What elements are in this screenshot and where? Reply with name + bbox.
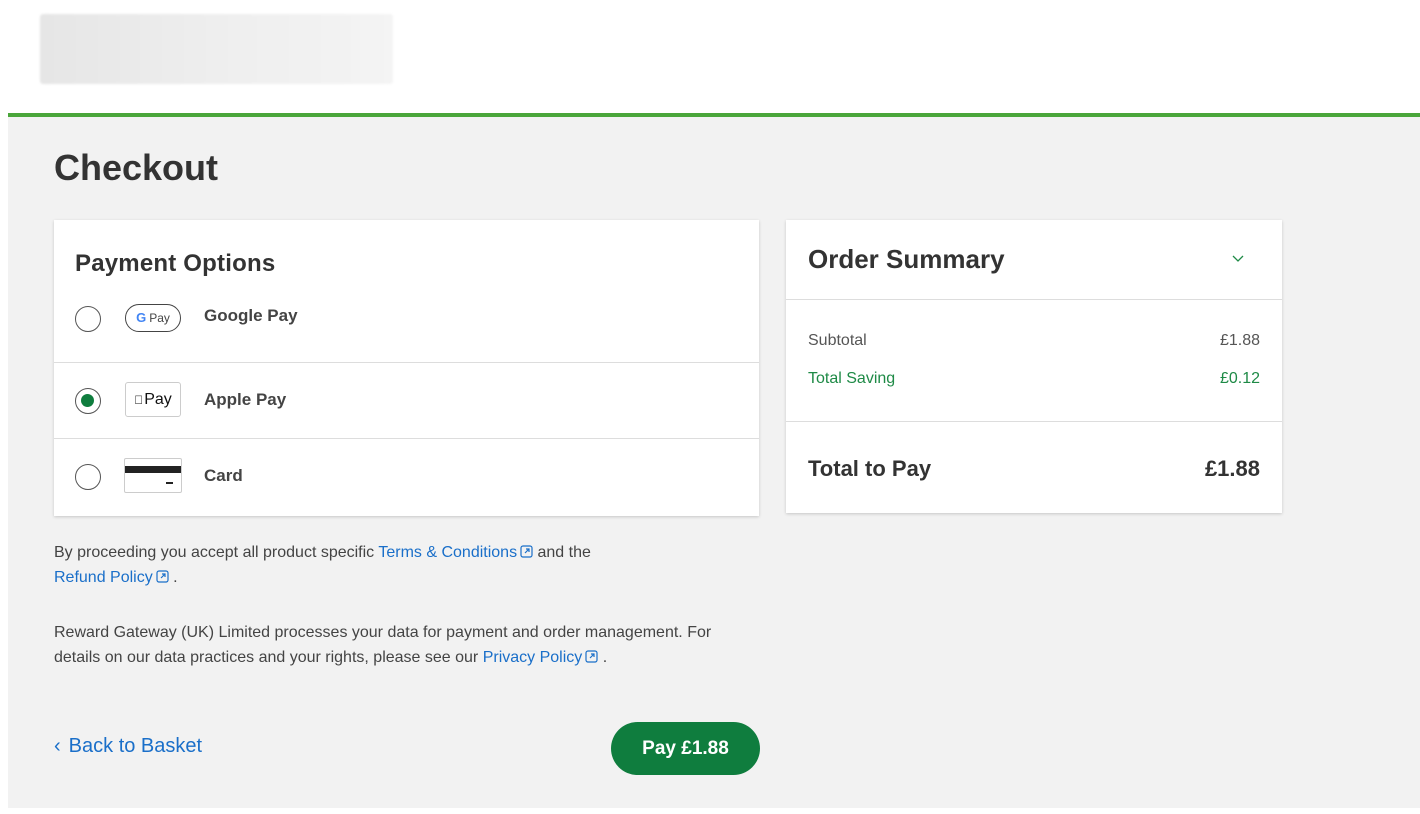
refund-policy-link[interactable]: Refund Policy — [54, 569, 169, 586]
payment-options-card: Payment Options GPay Google Pay Pay App… — [54, 220, 759, 516]
google-pay-radio[interactable] — [75, 306, 101, 332]
privacy-policy-link[interactable]: Privacy Policy — [483, 649, 599, 666]
apple-pay-radio[interactable] — [75, 388, 101, 414]
order-summary-title: Order Summary — [808, 244, 1005, 274]
google-pay-icon: G Pay — [124, 300, 182, 335]
checkout-main: Checkout Payment Options G Pay Google Pay… — [8, 113, 1420, 808]
page-title: Checkout — [54, 147, 219, 188]
chevron-left-icon: ‹ — [54, 735, 61, 757]
saving-value: £0.12 — [1219, 370, 1260, 387]
apple-pay-icon: Pay — [124, 382, 182, 417]
summary-divider — [786, 421, 1282, 422]
subtotal-label: Subtotal — [808, 332, 867, 349]
total-row: Total to Pay £1.88 — [808, 456, 1260, 482]
payment-options-title: Payment Options — [75, 250, 276, 277]
google-pay-label: Google Pay — [204, 306, 298, 325]
payment-option-card[interactable]: Card — [54, 438, 759, 514]
saving-label: Total Saving — [808, 370, 896, 387]
payment-option-google-pay[interactable]: G Pay Google Pay — [54, 286, 759, 362]
apple-pay-label: Apple Pay — [204, 390, 287, 409]
card-radio[interactable] — [75, 464, 101, 490]
terms-conditions-link[interactable]: Terms & Conditions — [378, 544, 533, 561]
card-label: Card — [204, 466, 243, 485]
saving-row: Total Saving £0.12 — [808, 370, 1260, 388]
external-link-icon — [585, 650, 598, 663]
chevron-down-icon — [1232, 255, 1244, 262]
order-summary-toggle[interactable]: Order Summary — [786, 220, 1282, 300]
external-link-icon — [156, 570, 169, 583]
payment-option-apple-pay[interactable]: Pay Apple Pay — [54, 362, 759, 438]
total-label: Total to Pay — [808, 456, 932, 481]
back-to-basket-link[interactable]: ‹ Back to Basket — [54, 735, 202, 758]
blurred-logo — [40, 14, 393, 84]
subtotal-row: Subtotal £1.88 — [808, 332, 1260, 350]
privacy-notice: Reward Gateway (UK) Limited processes yo… — [54, 624, 712, 666]
terms-notice: By proceeding you accept all product spe… — [54, 544, 591, 586]
subtotal-value: £1.88 — [1219, 332, 1260, 349]
pay-button[interactable]: Pay £1.88 — [611, 722, 760, 775]
credit-card-icon — [124, 458, 182, 493]
order-summary-card: Order Summary Subtotal £1.88 Total Savin… — [786, 220, 1282, 513]
external-link-icon — [520, 545, 533, 558]
total-value: £1.88 — [1204, 456, 1260, 481]
